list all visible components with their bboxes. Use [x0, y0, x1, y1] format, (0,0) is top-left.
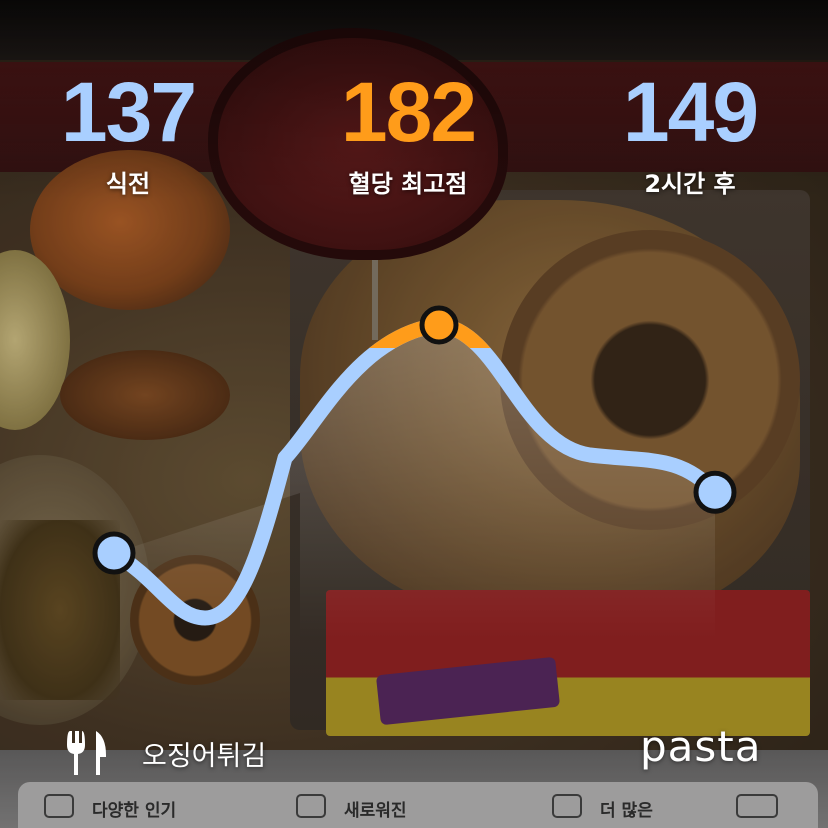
promo-text: 새로워진 — [344, 801, 407, 821]
promo-text: 더 많은 — [600, 801, 653, 821]
glucose-curve-chart — [92, 305, 737, 640]
drink-icon — [44, 794, 74, 818]
before-meal-point — [92, 531, 136, 575]
coupon-icon — [736, 794, 778, 818]
meal-row: 오징어튀김 — [66, 728, 266, 778]
star-icon — [296, 794, 326, 818]
glucose-area-fill — [114, 325, 715, 640]
promo-text: 다양한 인기 — [92, 801, 177, 821]
peak-point — [419, 305, 459, 345]
box-icon — [552, 794, 582, 818]
meal-name: 오징어튀김 — [142, 740, 267, 772]
two-hours-after-point — [693, 470, 737, 514]
fork-knife-icon — [67, 731, 106, 775]
brand-logo: pasta — [640, 722, 762, 771]
